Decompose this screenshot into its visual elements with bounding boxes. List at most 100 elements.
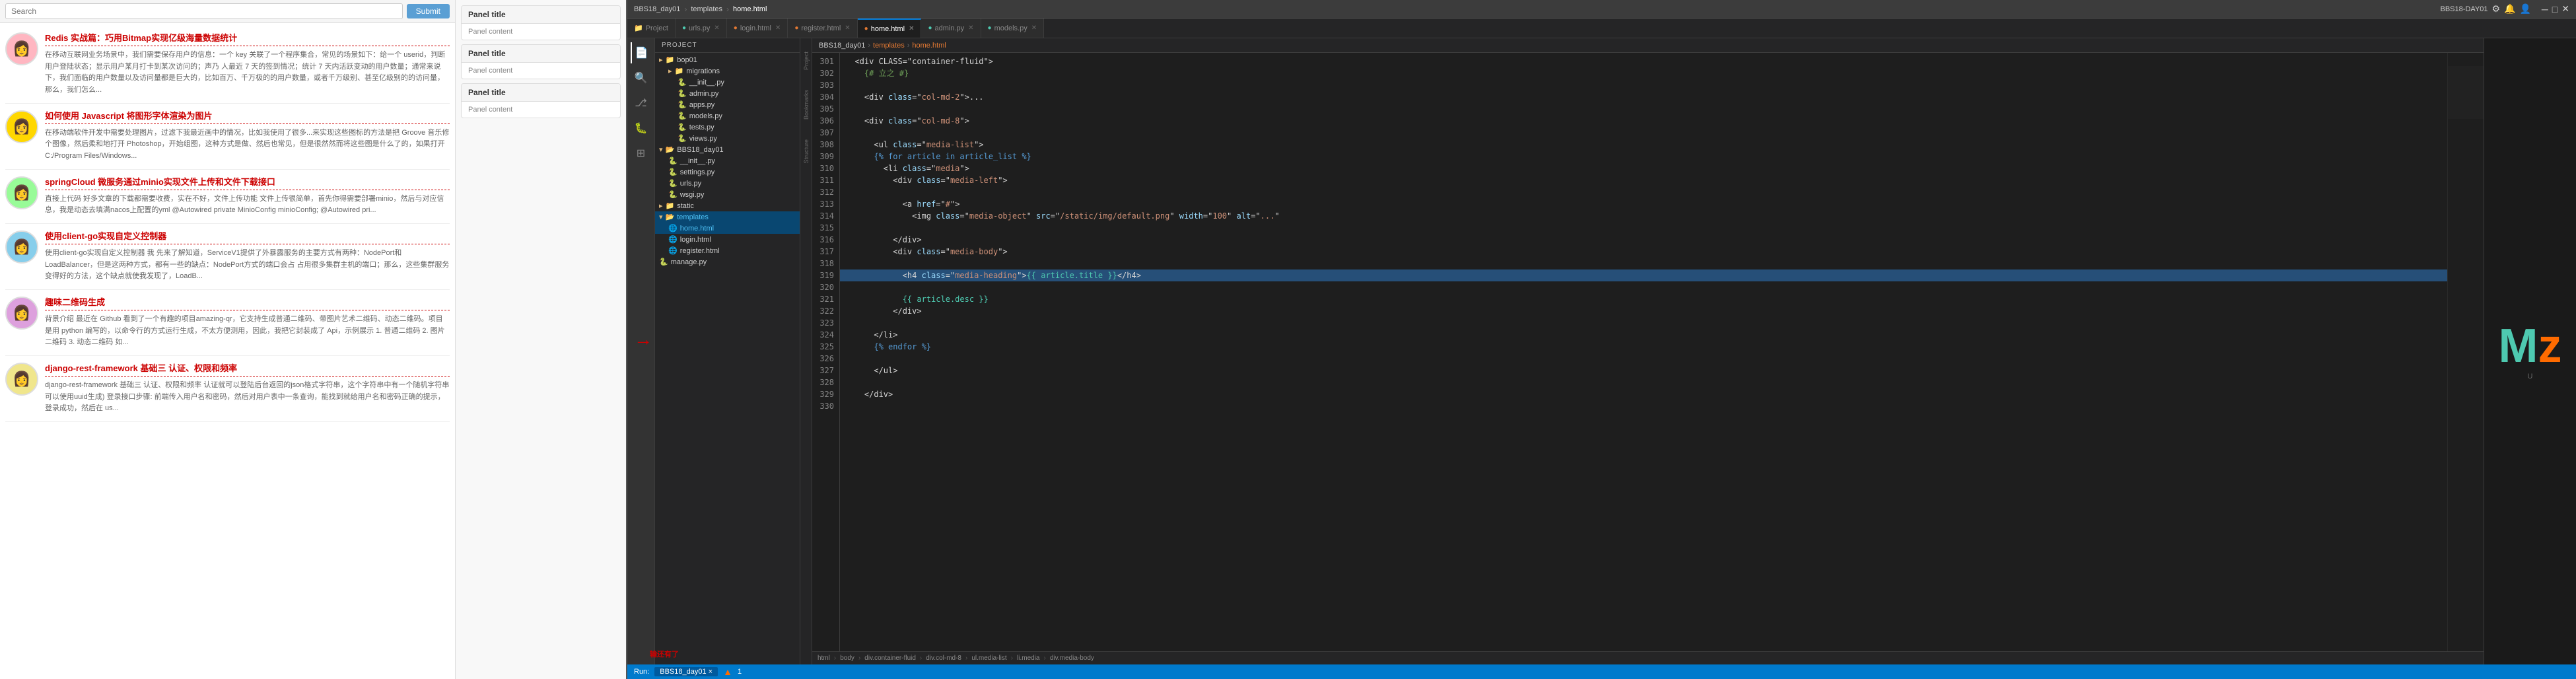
tree-item[interactable]: ▸📁static [655, 200, 800, 211]
code-line: <img class="media-object" src="/static/i… [840, 210, 2447, 222]
minimap [2447, 53, 2484, 651]
tree-item[interactable]: 🌐home.html [655, 223, 800, 234]
post-item[interactable]: 👩如何使用 Javascript 将图形字体渲染为图片在移动端软件开发中需要处理… [5, 104, 450, 170]
code-line: {% endfor %} [840, 341, 2447, 353]
code-content[interactable]: 3013023033043053063073083093103113123133… [812, 53, 2484, 651]
tree-item[interactable]: ▾📂BBS18_day01 [655, 144, 800, 155]
tab-close-admin[interactable]: ✕ [968, 24, 973, 32]
file-label-init_py: __init__.py [689, 79, 724, 87]
post-title[interactable]: django-rest-framework 基础三 认证、权限和频率 [45, 363, 450, 376]
code-line [840, 400, 2447, 412]
code-line: <ul class="media-list"> [840, 139, 2447, 151]
code-line [840, 376, 2447, 388]
tab-close-home[interactable]: ✕ [909, 25, 914, 32]
post-item[interactable]: 👩springCloud 微服务通过minio实现文件上传和文件下载接口直接上代… [5, 170, 450, 224]
path-item-4[interactable]: ul.media-list [971, 655, 1006, 662]
post-item[interactable]: 👩使用client-go实现自定义控制器使用client-go实现自定义控制器 … [5, 224, 450, 290]
card-preview: Panel titlePanel content [461, 44, 621, 79]
bookmark-bookmarks: Bookmarks [803, 90, 810, 120]
post-item[interactable]: 👩趣味二维码生成背景介绍 最近在 Github 看到了一个有趣的项目amazin… [5, 290, 450, 356]
path-item-2[interactable]: div.container-fluid [864, 655, 916, 662]
file-type-icon-tests_py: 🐍 [678, 123, 687, 131]
post-item[interactable]: 👩django-rest-framework 基础三 认证、权限和频率djang… [5, 356, 450, 422]
tab-home-html[interactable]: ● home.html ✕ [858, 18, 922, 38]
py-icon: ● [682, 24, 686, 32]
search-button[interactable]: Submit [407, 4, 450, 18]
post-title[interactable]: springCloud 微服务通过minio实现文件上传和文件下载接口 [45, 176, 450, 190]
path-item-6[interactable]: div.media-body [1050, 655, 1094, 662]
user-icon[interactable]: 👤 [2519, 3, 2530, 15]
tab-close-login[interactable]: ✕ [775, 24, 781, 32]
tree-item[interactable]: 🐍wsgi.py [655, 189, 800, 200]
tree-item[interactable]: ▸📁migrations [655, 65, 800, 77]
path-item-0[interactable]: html [818, 655, 830, 662]
tree-item[interactable]: ▸📁bop01 [655, 54, 800, 65]
brand-logo: Mz [2499, 322, 2562, 370]
search-activity-icon[interactable]: 🔍 [631, 67, 652, 89]
tree-item[interactable]: 🐍apps.py [655, 99, 800, 110]
extensions-icon[interactable]: ⊞ [631, 143, 652, 164]
file-label-templates_folder: templates [677, 213, 709, 221]
debug-icon[interactable]: 🐛 [631, 118, 652, 139]
tree-item[interactable]: 🐍tests.py [655, 122, 800, 133]
post-title[interactable]: 趣味二维码生成 [45, 297, 450, 310]
avatar: 👩 [5, 297, 38, 330]
tree-item[interactable]: ▾📂templates [655, 211, 800, 223]
post-title[interactable]: 如何使用 Javascript 将图形字体渲染为图片 [45, 110, 450, 124]
tree-item[interactable]: 🐍__init__.py [655, 155, 800, 166]
status-warning: 1 [738, 668, 742, 676]
tree-item[interactable]: 🐍manage.py [655, 256, 800, 268]
code-line: <li class="media"> [840, 162, 2447, 174]
search-input[interactable] [5, 3, 403, 19]
run-file-badge[interactable]: BBS18_day01 × [654, 667, 718, 676]
tree-item[interactable]: 🐍urls.py [655, 178, 800, 189]
tree-item[interactable]: 🐍views.py [655, 133, 800, 144]
tab-urls-py[interactable]: ● urls.py ✕ [676, 18, 727, 38]
tree-item[interactable]: 🐍models.py [655, 110, 800, 122]
tree-item[interactable]: 🐍__init__.py [655, 77, 800, 88]
file-label-init_py2: __init__.py [680, 157, 715, 165]
annotation-arrow: → [634, 329, 652, 350]
tree-item[interactable]: 🌐login.html [655, 234, 800, 245]
post-item[interactable]: 👩Redis 实战篇：巧用Bitmap实现亿级海量数据统计在移动互联网业务场景中… [5, 26, 450, 104]
project-name: BBS18-DAY01 [2440, 5, 2488, 13]
code-line: {{ article.desc }} [840, 293, 2447, 305]
file-label-urls_py: urls.py [680, 180, 701, 188]
code-line: </div> [840, 388, 2447, 400]
code-lines[interactable]: <div CLASS="container-fluid"> {# 立之 #} <… [840, 53, 2447, 651]
tree-item[interactable]: 🌐register.html [655, 245, 800, 256]
tab-close-urls[interactable]: ✕ [714, 24, 719, 32]
posts-list: 👩Redis 实战篇：巧用Bitmap实现亿级海量数据统计在移动互联网业务场景中… [0, 23, 455, 679]
tab-close-models[interactable]: ✕ [1031, 24, 1037, 32]
bell-icon[interactable]: 🔔 [2504, 3, 2515, 15]
tab-models-py[interactable]: ● models.py ✕ [981, 18, 1045, 38]
path-item-1[interactable]: body [840, 655, 854, 662]
code-line [840, 103, 2447, 115]
tree-item[interactable]: 🐍settings.py [655, 166, 800, 178]
tab-register-html[interactable]: ● register.html ✕ [788, 18, 857, 38]
path-sep-4: › [1011, 655, 1013, 662]
tab-login-html[interactable]: ● login.html ✕ [727, 18, 788, 38]
tab-admin-py[interactable]: ● admin.py ✕ [921, 18, 981, 38]
git-icon[interactable]: ⎇ [631, 92, 652, 114]
html-icon-register: ● [794, 24, 798, 32]
close-icon[interactable]: ✕ [2561, 3, 2569, 15]
path-item-5[interactable]: li.media [1017, 655, 1039, 662]
minimize-icon[interactable]: ─ [2542, 4, 2548, 15]
path-item-3[interactable]: div.col-md-8 [926, 655, 961, 662]
post-title[interactable]: Redis 实战篇：巧用Bitmap实现亿级海量数据统计 [45, 32, 450, 46]
breadcrumb-home: home.html [733, 5, 767, 13]
maximize-icon[interactable]: □ [2552, 4, 2558, 15]
post-title[interactable]: 使用client-go实现自定义控制器 [45, 231, 450, 244]
tab-close-register[interactable]: ✕ [845, 24, 850, 32]
code-editor[interactable]: BBS18_day01 › templates › home.html 3013… [812, 38, 2484, 664]
settings-icon[interactable]: ⚙ [2491, 3, 2500, 15]
file-icon-static_folder: ▸ [659, 201, 663, 210]
explorer-icon[interactable]: 📄 [631, 42, 652, 63]
breadcrumb-sep1: › [684, 5, 687, 14]
tab-project[interactable]: 📁 Project [627, 18, 676, 38]
file-label-register_html: register.html [680, 247, 720, 255]
post-content: django-rest-framework 基础三 认证、权限和频率django… [45, 363, 450, 415]
py-icon-admin: ● [928, 24, 932, 32]
tree-item[interactable]: 🐍admin.py [655, 88, 800, 99]
